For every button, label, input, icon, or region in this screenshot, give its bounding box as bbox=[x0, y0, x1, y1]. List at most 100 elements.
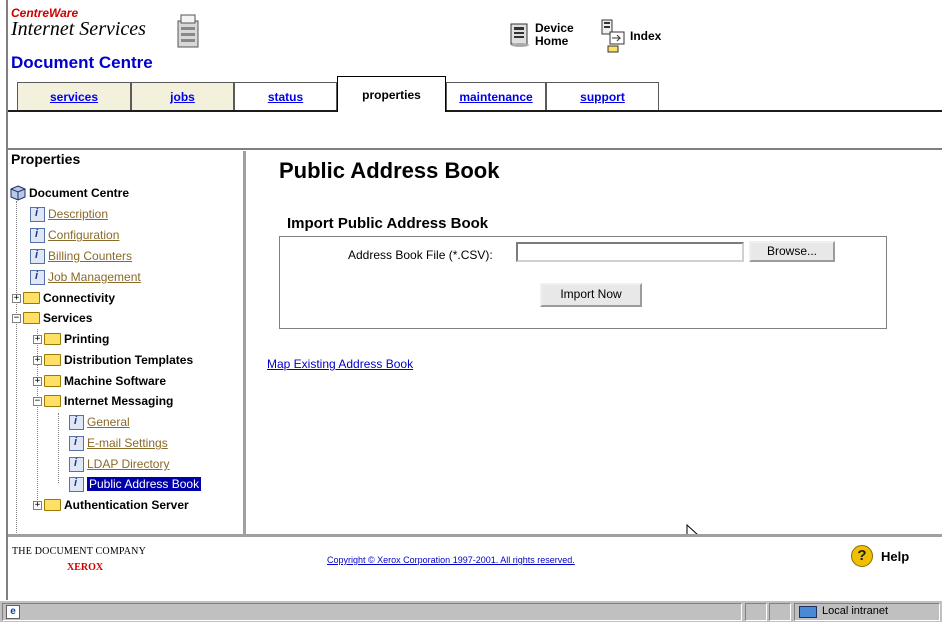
sidebar-item-description[interactable]: Description bbox=[30, 205, 108, 223]
tab-maintenance[interactable]: maintenance bbox=[446, 82, 546, 110]
status-text-cell bbox=[2, 603, 742, 621]
browser-status-bar: e Local intranet bbox=[0, 600, 942, 622]
section-title: Import Public Address Book bbox=[287, 215, 489, 232]
document-icon bbox=[69, 456, 84, 472]
tree-line bbox=[58, 413, 59, 483]
help-label: Help bbox=[881, 548, 910, 564]
company-tagline: THE DOCUMENT COMPANY bbox=[12, 546, 147, 557]
import-now-button[interactable]: Import Now bbox=[540, 283, 642, 307]
expand-plus-icon[interactable]: + bbox=[33, 500, 42, 510]
sidebar-item-configuration[interactable]: Configuration bbox=[30, 226, 119, 244]
tab-bar: services jobs status properties maintena… bbox=[8, 76, 942, 112]
document-icon bbox=[30, 269, 45, 285]
sidebar-title: Properties bbox=[11, 151, 81, 167]
expand-plus-icon[interactable]: + bbox=[33, 376, 42, 386]
header: CentreWare Internet Services Document Ce… bbox=[8, 0, 942, 150]
browse-button[interactable]: Browse... bbox=[749, 241, 835, 262]
properties-sidebar: Properties Document Centre Description C… bbox=[8, 151, 246, 561]
index-link[interactable]: Index bbox=[600, 18, 661, 54]
sidebar-item-label: Internet Messaging bbox=[64, 394, 174, 408]
folder-icon bbox=[44, 333, 61, 345]
printer-logo-icon bbox=[177, 14, 199, 48]
sidebar-item-distribution-templates[interactable]: + Distribution Templates bbox=[33, 351, 193, 369]
document-icon bbox=[69, 414, 84, 430]
root-cube-icon bbox=[10, 185, 26, 201]
device-home-link[interactable]: Device Home bbox=[509, 22, 575, 48]
brand-internet-services: Internet Services bbox=[11, 18, 146, 40]
map-existing-address-book-link[interactable]: Map Existing Address Book bbox=[267, 357, 413, 371]
folder-icon bbox=[44, 375, 61, 387]
expand-plus-icon[interactable]: + bbox=[33, 355, 42, 365]
help-link[interactable]: ? Help bbox=[851, 545, 909, 567]
address-book-file-input[interactable] bbox=[516, 242, 744, 262]
sidebar-item-machine-software[interactable]: + Machine Software bbox=[33, 372, 166, 390]
frame-edge bbox=[0, 0, 8, 600]
tab-jobs[interactable]: jobs bbox=[131, 82, 234, 110]
folder-icon bbox=[44, 499, 61, 511]
document-icon bbox=[30, 206, 45, 222]
sidebar-item-general[interactable]: General bbox=[69, 413, 130, 431]
sidebar-item-label: Services bbox=[43, 311, 93, 325]
sidebar-item-label: Distribution Templates bbox=[64, 353, 194, 367]
expand-plus-icon[interactable]: + bbox=[12, 293, 21, 303]
collapse-minus-icon[interactable]: − bbox=[33, 396, 42, 406]
tree-root-label: Document Centre bbox=[29, 186, 130, 200]
folder-icon bbox=[44, 354, 61, 366]
tab-properties[interactable]: properties bbox=[337, 76, 446, 112]
tab-support[interactable]: support bbox=[546, 82, 659, 110]
sidebar-item-label: Connectivity bbox=[43, 291, 116, 305]
copyright-link[interactable]: Copyright © Xerox Corporation 1997-2001.… bbox=[327, 555, 575, 565]
index-icon bbox=[601, 19, 625, 53]
file-field-label: Address Book File (*.CSV): bbox=[348, 248, 493, 262]
sidebar-item-authentication-server[interactable]: + Authentication Server bbox=[12, 496, 189, 514]
document-icon bbox=[30, 227, 45, 243]
document-icon bbox=[30, 248, 45, 264]
sidebar-item-connectivity[interactable]: + Connectivity bbox=[12, 289, 115, 307]
sidebar-item-label: E-mail Settings bbox=[87, 436, 168, 450]
sidebar-item-internet-messaging[interactable]: − Internet Messaging bbox=[33, 392, 173, 410]
sidebar-item-label: Authentication Server bbox=[64, 498, 189, 512]
tab-underline bbox=[8, 110, 942, 112]
sidebar-item-label: LDAP Directory bbox=[87, 457, 170, 471]
sidebar-item-label: Machine Software bbox=[64, 374, 167, 388]
index-label: Index bbox=[630, 29, 662, 43]
main-content: Public Address Book Import Public Addres… bbox=[249, 151, 942, 544]
security-zone-label: Local intranet bbox=[822, 605, 889, 617]
folder-icon bbox=[23, 292, 40, 304]
folder-icon bbox=[23, 312, 40, 324]
footer: THE DOCUMENT COMPANY XEROX Copyright © X… bbox=[8, 537, 942, 599]
sidebar-item-ldap-directory[interactable]: LDAP Directory bbox=[69, 455, 169, 473]
header-divider bbox=[8, 148, 942, 150]
tab-services[interactable]: services bbox=[17, 82, 131, 110]
sidebar-item-label: Description bbox=[48, 207, 109, 221]
sidebar-item-label: General bbox=[87, 415, 130, 429]
sidebar-item-job-management[interactable]: Job Management bbox=[30, 268, 141, 286]
sidebar-item-label: Public Address Book bbox=[87, 477, 202, 491]
page-loaded-icon: e bbox=[6, 605, 20, 619]
sidebar-item-label: Printing bbox=[64, 332, 110, 346]
status-cell bbox=[769, 603, 791, 621]
sidebar-item-label: Configuration bbox=[48, 228, 120, 242]
tab-status[interactable]: status bbox=[234, 82, 337, 110]
device-home-icon bbox=[510, 23, 529, 47]
device-name: Document Centre bbox=[11, 53, 153, 72]
tree-root-document-centre[interactable]: Document Centre bbox=[10, 184, 129, 202]
help-question-icon: ? bbox=[851, 545, 873, 567]
intranet-zone-icon bbox=[799, 606, 817, 618]
import-panel: Address Book File (*.CSV): Browse... Imp… bbox=[279, 236, 887, 329]
sidebar-item-public-address-book[interactable]: Public Address Book bbox=[69, 475, 202, 493]
page-title: Public Address Book bbox=[279, 158, 500, 183]
sidebar-item-services[interactable]: − Services bbox=[12, 309, 92, 327]
document-icon bbox=[69, 476, 84, 492]
sidebar-item-printing[interactable]: + Printing bbox=[33, 330, 109, 348]
status-cell bbox=[745, 603, 767, 621]
sidebar-item-email-settings[interactable]: E-mail Settings bbox=[69, 434, 168, 452]
sidebar-item-label: Job Management bbox=[48, 270, 141, 284]
expand-plus-icon[interactable]: + bbox=[33, 334, 42, 344]
xerox-logo: XEROX bbox=[67, 562, 104, 573]
folder-icon bbox=[44, 395, 61, 407]
collapse-minus-icon[interactable]: − bbox=[12, 313, 21, 323]
sidebar-item-billing-counters[interactable]: Billing Counters bbox=[30, 247, 132, 265]
document-icon bbox=[69, 435, 84, 451]
sidebar-item-label: Billing Counters bbox=[48, 249, 133, 263]
